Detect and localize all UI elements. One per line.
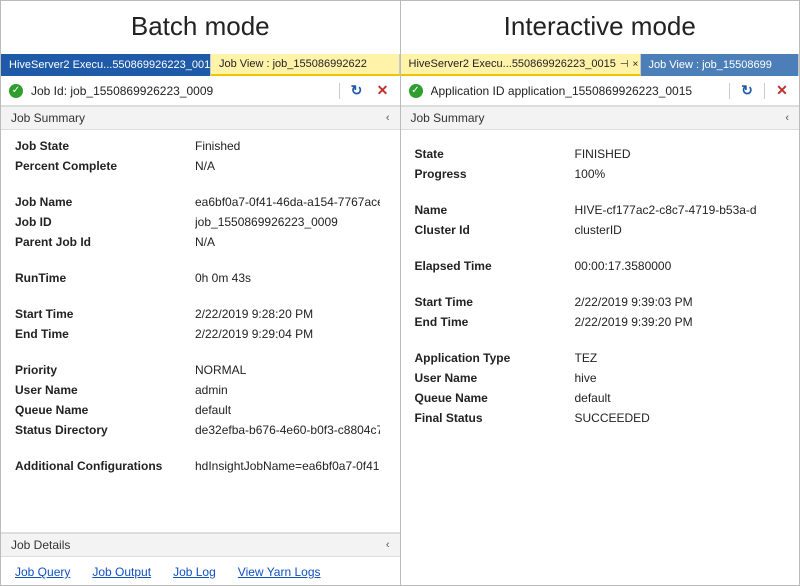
link-view-yarn-logs[interactable]: View Yarn Logs	[238, 565, 321, 579]
tab-jobview-left[interactable]: Job View : job_155086992622	[211, 54, 400, 76]
row-application-type: Application Type TEZ	[415, 348, 786, 368]
mode-title-batch: Batch mode	[1, 1, 400, 54]
row-name: Name HIVE-cf177ac2-c8c7-4719-b53a-d	[415, 200, 786, 220]
row-start-time: Start Time 2/22/2019 9:39:03 PM	[415, 292, 786, 312]
chevron-left-icon: ‹	[386, 112, 390, 124]
summary-scroll[interactable]: Job State Finished Percent Complete N/A …	[1, 130, 400, 532]
link-job-output[interactable]: Job Output	[92, 565, 151, 579]
row-status-directory: Status Directory de32efba-b676-4e60-b0f3…	[15, 420, 380, 440]
toolbar-right: ✓ Application ID application_15508699262…	[401, 76, 800, 106]
link-job-log[interactable]: Job Log	[173, 565, 216, 579]
chevron-left-icon: ‹	[386, 539, 390, 551]
tab-close-icon[interactable]: ×	[633, 59, 639, 70]
row-state: State FINISHED	[415, 144, 786, 164]
row-queue-name: Queue Name default	[415, 388, 786, 408]
row-start-time: Start Time 2/22/2019 9:28:20 PM	[15, 304, 380, 324]
row-percent-complete: Percent Complete N/A	[15, 156, 380, 176]
tab-label: Job View : job_155086992622	[219, 58, 367, 70]
separator	[339, 83, 340, 99]
chevron-left-icon: ‹	[785, 112, 789, 124]
application-id-label: Application ID application_1550869926223…	[431, 84, 693, 98]
row-end-time: End Time 2/22/2019 9:39:20 PM	[415, 312, 786, 332]
tab-label: HiveServer2 Execu...550869926223_0015	[409, 58, 616, 70]
row-job-name: Job Name ea6bf0a7-0f41-46da-a154-7767ace…	[15, 192, 380, 212]
tab-hiveserver-left[interactable]: HiveServer2 Execu...550869926223_0015	[1, 54, 211, 76]
row-priority: Priority NORMAL	[15, 360, 380, 380]
job-details-header[interactable]: Job Details ‹	[1, 533, 400, 557]
section-title: Job Summary	[411, 111, 485, 125]
section-title: Job Details	[11, 538, 70, 552]
toolbar-left: ✓ Job Id: job_1550869926223_0009 ↻ ✕	[1, 76, 400, 106]
summary-scroll-right[interactable]: State FINISHED Progress 100% Name HIVE-c…	[401, 130, 800, 585]
row-progress: Progress 100%	[415, 164, 786, 184]
row-job-state: Job State Finished	[15, 136, 380, 156]
close-icon[interactable]: ✕	[374, 82, 392, 100]
row-job-id: Job ID job_1550869926223_0009	[15, 212, 380, 232]
row-queue-name: Queue Name default	[15, 400, 380, 420]
row-runtime: RunTime 0h 0m 43s	[15, 268, 380, 288]
section-title: Job Summary	[11, 111, 85, 125]
row-end-time: End Time 2/22/2019 9:29:04 PM	[15, 324, 380, 344]
row-final-status: Final Status SUCCEEDED	[415, 408, 786, 428]
separator	[764, 83, 765, 99]
job-details-links: Job Query Job Output Job Log View Yarn L…	[1, 557, 400, 585]
tab-bar-left: HiveServer2 Execu...550869926223_0015 Jo…	[1, 54, 400, 76]
row-user-name: User Name hive	[415, 368, 786, 388]
success-icon: ✓	[9, 84, 23, 98]
tab-jobview-right[interactable]: Job View : job_15508699	[641, 54, 800, 76]
separator	[729, 83, 730, 99]
row-additional-config: Additional Configurations hdInsightJobNa…	[15, 456, 380, 476]
tab-bar-right: HiveServer2 Execu...550869926223_0015 ⊣ …	[401, 54, 800, 76]
tab-label: Job View : job_15508699	[649, 59, 772, 71]
success-icon: ✓	[409, 84, 423, 98]
tab-hiveserver-right[interactable]: HiveServer2 Execu...550869926223_0015 ⊣ …	[401, 54, 641, 76]
refresh-icon[interactable]: ↻	[348, 82, 366, 100]
job-summary-header[interactable]: Job Summary ‹	[401, 106, 800, 130]
link-job-query[interactable]: Job Query	[15, 565, 70, 579]
tab-label: HiveServer2 Execu...550869926223_0015	[9, 59, 211, 71]
row-user-name: User Name admin	[15, 380, 380, 400]
refresh-icon[interactable]: ↻	[738, 82, 756, 100]
row-parent-job-id: Parent Job Id N/A	[15, 232, 380, 252]
close-icon[interactable]: ✕	[773, 82, 791, 100]
row-cluster-id: Cluster Id clusterID	[415, 220, 786, 240]
row-elapsed-time: Elapsed Time 00:00:17.3580000	[415, 256, 786, 276]
job-id-label: Job Id: job_1550869926223_0009	[31, 84, 213, 98]
job-summary-header[interactable]: Job Summary ‹	[1, 106, 400, 130]
mode-title-interactive: Interactive mode	[401, 1, 800, 54]
pin-icon[interactable]: ⊣	[620, 59, 629, 70]
